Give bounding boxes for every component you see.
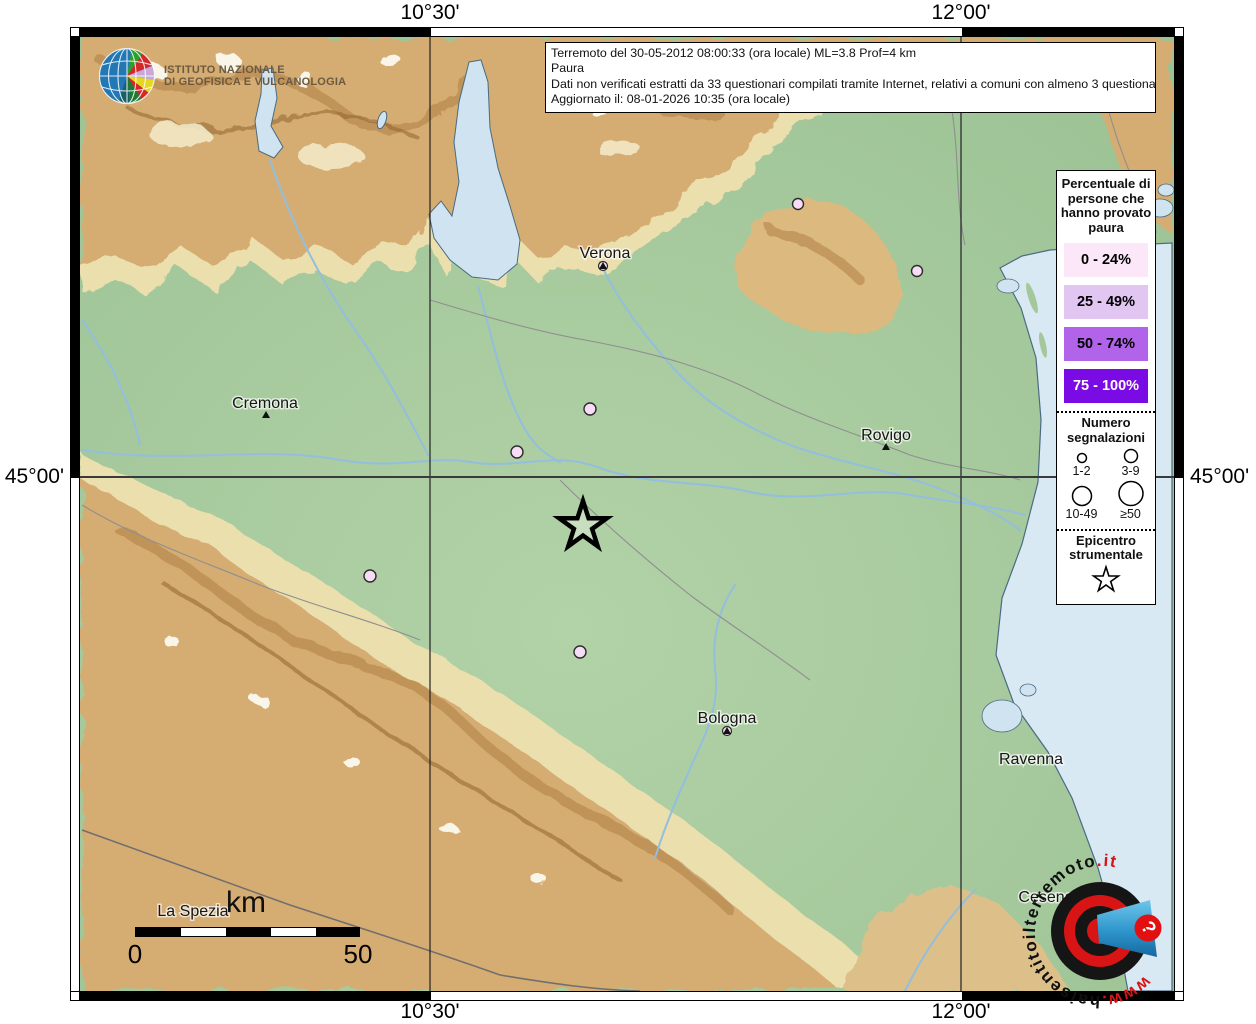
report-point: [574, 646, 586, 658]
info-line-paura: Paura: [551, 61, 1150, 76]
frame-corner: [1174, 27, 1184, 37]
city-label: Ravenna: [999, 751, 1063, 768]
ingv-logo: ISTITUTO NAZIONALE DI GEOFISICA E VULCAN…: [98, 47, 346, 105]
fear-class-swatch: 25 - 49%: [1064, 285, 1148, 319]
scalebar: [135, 927, 360, 937]
lat-label-left: 45°00': [2, 465, 64, 489]
fear-classes: 0 - 24% 25 - 49% 50 - 74% 75 - 100%: [1057, 243, 1155, 403]
reports-legend-title: Numero segnalazioni: [1057, 416, 1155, 445]
fear-legend-title: Percentuale di persone che hanno provato…: [1057, 177, 1155, 235]
scalebar-start: 0: [128, 939, 142, 970]
haisentitoilterremoto-logo[interactable]: ? www.haisentitoilterremoto.it: [1008, 839, 1192, 1023]
frame-left: [70, 27, 80, 1001]
frame-corner: [70, 991, 80, 1001]
earthquake-info-box: Terremoto del 30-05-2012 08:00:33 (ora l…: [545, 42, 1156, 113]
city-label: Cremona: [232, 395, 298, 412]
city-label: Verona: [580, 245, 631, 262]
frame-corner: [70, 27, 80, 37]
map-legend: Percentuale di persone che hanno provato…: [1056, 170, 1156, 605]
scalebar-end: 50: [344, 939, 373, 970]
ingv-name-line2: DI GEOFISICA E VULCANOLOGIA: [164, 76, 346, 89]
ingv-globe-icon: [98, 47, 156, 105]
report-size-item: 3-9: [1106, 447, 1155, 478]
fear-class-swatch: 75 - 100%: [1064, 369, 1148, 403]
fear-class-swatch: 0 - 24%: [1064, 243, 1148, 277]
info-line-event: Terremoto del 30-05-2012 08:00:33 (ora l…: [551, 46, 1150, 61]
info-line-data: Dati non verificati estratti da 33 quest…: [551, 77, 1150, 92]
report-size-item: 10-49: [1057, 479, 1106, 521]
epicenter-legend-title: Epicentro strumentale: [1057, 534, 1155, 563]
legend-separator: [1057, 529, 1155, 531]
frame-top: [70, 27, 1184, 37]
report-size-item: 1-2: [1057, 447, 1106, 478]
lon-label-bottom-1: 10°30': [400, 1000, 459, 1024]
report-point: [584, 403, 596, 415]
legend-star-icon: [1088, 564, 1124, 594]
city-label: La Spezia: [157, 903, 228, 920]
report-point: [364, 570, 376, 582]
haisentito-map-screenshot: Verona Cremona Rovigo Bologna Ravenna La Spez…: [0, 0, 1256, 1024]
city-label: Bologna: [698, 710, 757, 727]
ingv-name-line1: ISTITUTO NAZIONALE: [164, 64, 346, 77]
scalebar-unit: km: [226, 886, 266, 920]
info-line-updated: Aggiornato il: 08-01-2026 10:35 (ora loc…: [551, 92, 1150, 107]
lon-label-bottom-2: 12°00': [931, 1000, 990, 1024]
report-point: [912, 266, 923, 277]
lat-label-right: 45°00': [1190, 465, 1249, 489]
legend-separator: [1057, 411, 1155, 413]
report-size-item: ≥50: [1106, 479, 1155, 521]
city-label: Rovigo: [861, 427, 911, 444]
report-point: [793, 199, 804, 210]
report-sizes: 1-23-910-49≥50: [1057, 447, 1155, 521]
fear-class-swatch: 50 - 74%: [1064, 327, 1148, 361]
lon-label-top-1: 10°30': [400, 1, 459, 25]
lon-label-top-2: 12°00': [931, 1, 990, 25]
report-point: [511, 446, 523, 458]
